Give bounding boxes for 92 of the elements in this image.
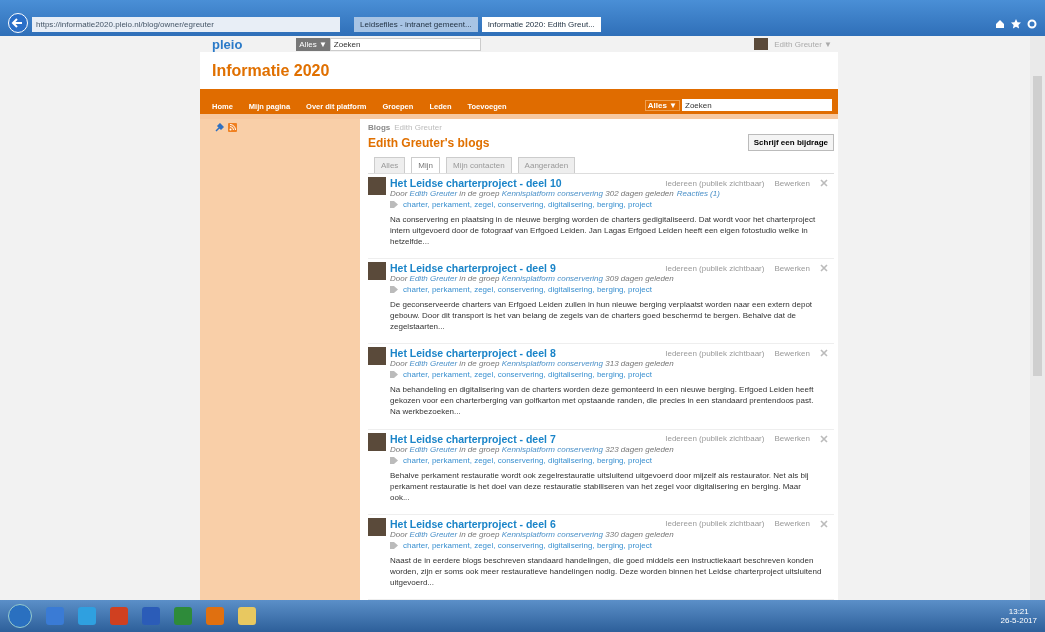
site-title[interactable]: Informatie 2020 [212, 61, 330, 80]
delete-icon[interactable] [820, 434, 828, 443]
tag-icon [390, 201, 398, 208]
author-link[interactable]: Edith Greuter [409, 529, 458, 539]
taskbar-app-icon[interactable] [142, 607, 160, 625]
pin-icon[interactable] [215, 123, 224, 132]
filter-tab[interactable]: Aangeraden [517, 157, 576, 173]
post-title[interactable]: Het Leidse charterproject - deel 9 [390, 262, 556, 275]
back-icon[interactable] [8, 13, 28, 33]
browser-tab[interactable]: Leidsefiles - intranet gemeent... [354, 17, 478, 32]
tag-icon [390, 371, 398, 379]
access-label: Iedereen (publiek zichtbaar) [665, 519, 765, 529]
author-link[interactable]: Edith Greuter [409, 274, 458, 284]
post-excerpt: De geconserveerde charters van Erfgoed Leiden zullen in hun nieuwe berging verplaatst worden naar een extern depot gebouw. Door dit transport is het van belang de zegels van de charters goed beschermd te bergen. Behalve dat de zegelstaarten... [390, 299, 814, 333]
author-link[interactable]: Edith Greuter [409, 444, 458, 454]
browser-tab[interactable]: Informatie 2020: Edith Greut... [481, 17, 601, 32]
delete-icon[interactable] [820, 349, 828, 358]
post-meta: Door Edith Greuter in de groep Kennisplatform conservering 309 dagen geleden [390, 274, 675, 284]
scope-dropdown[interactable]: Alles ▼ [296, 37, 330, 51]
group-link[interactable]: Kennisplatform conservering [501, 359, 603, 369]
post-excerpt: Behalve perkament restauratie wordt ook zegelrestauratie uitsluitend uitgevoerd door mijzelf als restaurator. Net als bij perkament restauratie is het doel van deze restauratie stabiliseren van het zegel voor digitalisering en berging. Maar ook... [390, 469, 810, 503]
comments-link[interactable]: Reacties (1) [676, 189, 720, 198]
home-icon[interactable] [995, 19, 1005, 29]
author-link[interactable]: Edith Greuter [409, 189, 458, 198]
taskbar-app-icon[interactable] [206, 607, 224, 625]
delete-icon[interactable] [820, 264, 828, 273]
site-logo[interactable]: pleio [212, 36, 243, 52]
group-link[interactable]: Kennisplatform conservering [501, 444, 603, 454]
delete-icon[interactable] [820, 179, 828, 187]
write-post-button[interactable]: Schrijf een bijdrage [747, 134, 834, 151]
filter-tab[interactable]: Mijn [411, 157, 440, 173]
avatar-icon [368, 517, 386, 536]
search-field[interactable]: Zoeken [682, 99, 832, 111]
filter-tab[interactable]: Mijn contacten [446, 157, 512, 173]
post-excerpt: Naast de in eerdere blogs beschreven standaard handelingen, die goed middels een instructiekaart beschreven konden worden, zijn er soms ook meer restauratieve handelingen nodig. Deze worden binnen het Leidse charterproject uitsluitend uitgevoerd... [390, 554, 823, 588]
post-title[interactable]: Het Leidse charterproject - deel 8 [390, 347, 556, 360]
tag-icon [390, 541, 398, 549]
search-field[interactable]: Zoeken [329, 37, 482, 51]
filter-tab[interactable]: Alles [374, 157, 406, 173]
address-bar[interactable]: https://informatie2020.pleio.nl/blog/owner/egreuter [32, 17, 340, 32]
avatar-icon [368, 177, 386, 195]
scrollbar-thumb[interactable] [1033, 76, 1042, 376]
avatar-icon [368, 432, 386, 451]
clock-date: 26-5-2017 [1000, 616, 1037, 625]
post-title[interactable]: Het Leidse charterproject - deel 7 [390, 432, 556, 445]
taskbar-app-icon[interactable] [78, 607, 96, 625]
group-link[interactable]: Kennisplatform conservering [501, 189, 603, 198]
edit-link[interactable]: Bewerken [774, 348, 810, 358]
breadcrumb-current: Edith Greuter [394, 123, 442, 132]
tag-links[interactable]: charter, perkament, zegel, conservering, digitalisering, berging, project [403, 455, 653, 465]
post-title[interactable]: Het Leidse charterproject - deel 10 [390, 177, 562, 189]
taskbar-app-icon[interactable] [46, 607, 64, 625]
scope-dropdown[interactable]: Alles ▼ [644, 100, 680, 111]
author-link[interactable]: Edith Greuter [409, 359, 458, 369]
rss-icon[interactable] [228, 123, 237, 132]
settings-icon[interactable] [1027, 19, 1037, 29]
post-meta: Door Edith Greuter in de groep Kennisplatform conservering 330 dagen geleden [390, 529, 675, 539]
edit-link[interactable]: Bewerken [774, 263, 810, 273]
start-button[interactable] [8, 604, 32, 628]
taskbar-app-icon[interactable] [238, 607, 256, 625]
access-label: Iedereen (publiek zichtbaar) [665, 348, 765, 358]
clock-time: 13:21 [1008, 607, 1029, 616]
delete-icon[interactable] [820, 519, 828, 528]
taskbar-app-icon[interactable] [110, 607, 128, 625]
access-label: Iedereen (publiek zichtbaar) [665, 263, 765, 273]
post-meta: Door Edith Greuter in de groep Kennisplatform conservering 323 dagen geleden [390, 444, 675, 454]
avatar-icon [754, 38, 769, 50]
tag-icon [390, 456, 398, 464]
post-excerpt: Na behandeling en digitalisering van de charters worden deze gemonteerd in een nieuwe berging. Erfgoed Leiden heeft gekozen voor een charterberging van golfkarton met opstaande randen, die precies in een standaard prentendoos past. Na werkbezoeken... [390, 384, 815, 418]
group-link[interactable]: Kennisplatform conservering [501, 274, 603, 284]
post-meta: Door Edith Greuter in de groep Kennisplatform conservering 313 dagen geleden [390, 359, 675, 369]
user-menu[interactable]: Edith Greuter ▼ [774, 39, 832, 49]
star-icon[interactable] [1011, 19, 1021, 29]
access-label: Iedereen (publiek zichtbaar) [665, 178, 765, 188]
tag-links[interactable]: charter, perkament, zegel, conservering, digitalisering, berging, project [403, 200, 653, 209]
group-link[interactable]: Kennisplatform conservering [501, 529, 603, 539]
tag-icon [390, 286, 398, 294]
taskbar-app-icon[interactable] [174, 607, 192, 625]
post-title[interactable]: Het Leidse charterproject - deel 6 [390, 517, 556, 530]
tag-links[interactable]: charter, perkament, zegel, conservering, digitalisering, berging, project [403, 285, 653, 295]
post-meta: Door Edith Greuter in de groep Kennisplatform conservering 302 dagen geleden Reacties (1) [390, 189, 721, 198]
breadcrumb-link[interactable]: Blogs [368, 123, 391, 132]
edit-link[interactable]: Bewerken [774, 434, 810, 444]
edit-link[interactable]: Bewerken [774, 178, 810, 188]
access-label: Iedereen (publiek zichtbaar) [665, 434, 765, 444]
page-title: Edith Greuter's blogs [368, 135, 490, 150]
edit-link[interactable]: Bewerken [774, 519, 810, 529]
tag-links[interactable]: charter, perkament, zegel, conservering, digitalisering, berging, project [403, 540, 653, 550]
avatar-icon [368, 347, 386, 366]
post-excerpt: Na conservering en plaatsing in de nieuwe berging worden de charters gedigitaliseerd. Dat wordt voor het charterproject intern uitgevoerd door de fotograaf van Erfgoed Leiden. Jan Lagas Erfgoed Leiden heeft een eigen fotostudio welke in hetzelfde... [390, 214, 817, 247]
tag-links[interactable]: charter, perkament, zegel, conservering, digitalisering, berging, project [403, 370, 653, 380]
avatar-icon [368, 262, 386, 281]
